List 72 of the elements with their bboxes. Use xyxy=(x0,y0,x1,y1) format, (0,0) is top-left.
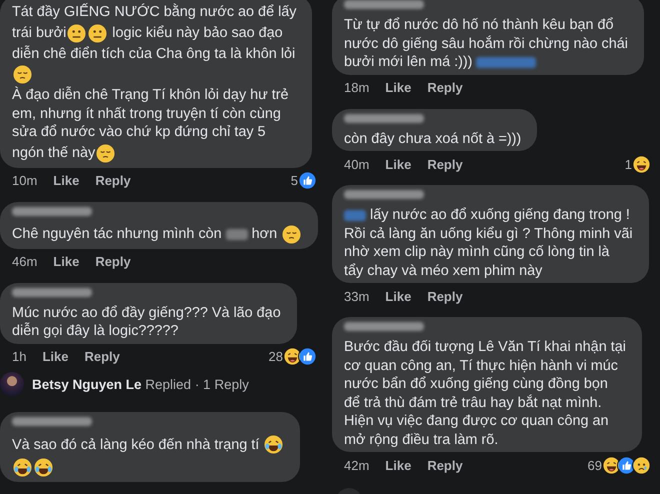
like-link[interactable]: Like xyxy=(385,80,412,95)
reply-link[interactable]: Reply xyxy=(427,288,463,304)
reaction-count: 1 xyxy=(624,156,632,172)
comment-time: 18m xyxy=(344,80,370,95)
comment-text: nước dô giếng sâu hoắm rồi chừng nào chái xyxy=(344,36,628,52)
pensive-face-icon xyxy=(282,224,302,244)
comment-text: cơ quan công an, Tí thực hiện hành vi múc xyxy=(344,358,618,374)
comment-time: 1h xyxy=(12,349,26,364)
comment-time: 42m xyxy=(344,458,370,472)
reaction-count: 28 xyxy=(268,349,283,364)
reply-link[interactable]: Reply xyxy=(95,254,131,269)
reply-link[interactable]: Reply xyxy=(427,80,463,95)
comment-text: còn đây chưa xoá nốt à =))) xyxy=(344,130,522,147)
comment-time: 10m xyxy=(12,173,38,188)
blurred-word xyxy=(344,210,366,221)
pensive-face-icon xyxy=(96,144,116,162)
like-link[interactable]: Like xyxy=(385,288,412,304)
laughing-tears-icon xyxy=(34,458,53,477)
comment-text: Và sao đó cả làng kéo đến nhà trạng tí xyxy=(12,436,260,452)
neutral-face-icon xyxy=(88,24,108,42)
comment-text: Rồi cả làng ăn uống kiểu gì ? Thông minh vãi xyxy=(344,226,633,242)
reaction-count: 5 xyxy=(290,173,298,188)
pensive-face-icon xyxy=(13,65,32,84)
comment-text: logic kiểu này bảo sao đạo xyxy=(111,25,283,41)
comment-text: tẩy chay và méo xem phim này xyxy=(344,262,542,279)
thumbs-up-icon[interactable] xyxy=(618,456,635,474)
laughing-face-icon[interactable] xyxy=(284,348,301,365)
reply-link[interactable]: Reply xyxy=(427,458,463,472)
like-link[interactable]: Like xyxy=(385,156,412,172)
blurred-mention xyxy=(476,56,536,68)
comment-text: À đạo diễn chê Trạng Tí khôn lỏi dạy hư trẻ xyxy=(12,87,289,104)
reply-link[interactable]: Reply xyxy=(84,349,120,364)
comment-text: Tát đầy GIẾNG NƯỚC bằng nước ao để lấy xyxy=(12,4,296,20)
laughing-face-icon[interactable] xyxy=(603,456,620,474)
neutral-face-icon xyxy=(67,24,86,42)
comment-text: trái bưởi xyxy=(12,25,66,41)
comment-text: Hiện vụ việc đang được cơ quan công an xyxy=(344,413,609,430)
comment-text: Chê nguyên tác nhưng mình còn xyxy=(12,226,223,242)
comment-text: nhờ xem clip này mình cũng cố lòng tin là xyxy=(344,244,610,260)
comment-text: diễn gọi đây là logic????? xyxy=(12,323,178,340)
comment-text: nước bẩn đổ xuống giếng cùng đồng bọn xyxy=(344,376,608,392)
comment-time: 40m xyxy=(344,156,370,172)
comment-text: sửa đổ nước vào chứ kp đứng chỉ tay 5 xyxy=(12,124,266,140)
comment-text: em, nhưng ít nhất trong truyện tí còn cùng xyxy=(12,106,281,122)
like-link[interactable]: Like xyxy=(385,458,412,472)
crying-face-icon[interactable] xyxy=(633,456,650,474)
avatar-icon[interactable] xyxy=(0,372,24,396)
comment-text: mở rộng điều tra làm rõ. xyxy=(344,432,498,448)
comment-text: diễn chê điển tích của Cha ông ta là khôn lỏi xyxy=(12,46,296,62)
comment-time: 33m xyxy=(344,288,370,304)
comment-text: bưởi mới lên má :))) xyxy=(344,54,474,70)
like-link[interactable]: Like xyxy=(53,173,80,188)
like-link[interactable]: Like xyxy=(53,254,80,269)
comment-text: Từ tự đổ nước dô hố nó thành kêu bạn đổ xyxy=(344,17,614,34)
reply-link[interactable]: Reply xyxy=(427,156,463,172)
comment-time: 46m xyxy=(12,254,38,269)
comment-text: lấy nước ao đổ xuống giếng đang trong ! xyxy=(368,207,630,224)
comment-text: ngón thế này xyxy=(12,145,96,161)
comment-text: Múc nước ao đổ đầy giếng??? Và lão đạo xyxy=(12,304,281,321)
thumbs-up-icon[interactable] xyxy=(299,172,316,189)
comment-text: để trả thù đám trẻ trâu hay bắt nạt mình. xyxy=(344,394,602,411)
laughing-tears-icon xyxy=(13,458,32,477)
reaction-count: 69 xyxy=(588,458,602,472)
replies-link[interactable]: Betsy Nguyen Le Replied · 1 Reply xyxy=(32,376,249,392)
comment-text: hơn xyxy=(250,226,278,242)
laughing-face-icon[interactable] xyxy=(633,156,650,172)
laughing-tears-icon xyxy=(264,435,284,454)
comment-text: Bước đầu đối tượng Lê Văn Tí khai nhận tại xyxy=(344,339,626,356)
thumbs-up-icon[interactable] xyxy=(299,348,316,365)
reply-link[interactable]: Reply xyxy=(95,173,131,188)
blurred-word xyxy=(226,228,248,240)
like-link[interactable]: Like xyxy=(42,349,68,364)
